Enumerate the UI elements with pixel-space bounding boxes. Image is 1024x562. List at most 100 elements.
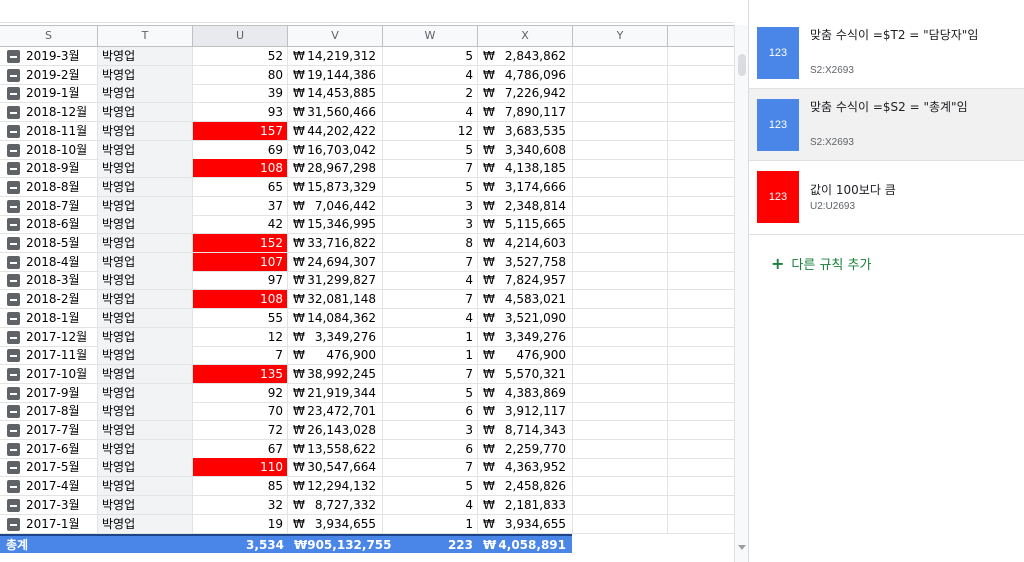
cell-count[interactable]: 152 bbox=[193, 234, 288, 252]
cell-deal-count[interactable]: 5 bbox=[383, 140, 478, 159]
format-rule[interactable]: 123 맞춤 수식이 =$T2 = "담당자"임 S2:X2693 bbox=[749, 17, 1024, 89]
cell-month[interactable]: 2017-3월 bbox=[0, 495, 98, 514]
cell-month[interactable]: 2017-12월 bbox=[0, 327, 98, 346]
collapse-group-icon[interactable] bbox=[7, 143, 20, 157]
cell-empty[interactable] bbox=[573, 252, 668, 271]
cell-average[interactable]: ₩476,900 bbox=[478, 346, 573, 365]
collapse-group-icon[interactable] bbox=[7, 349, 20, 363]
cell-amount[interactable]: ₩3,349,276 bbox=[288, 327, 383, 346]
cell-rep[interactable]: 박영업 bbox=[98, 439, 193, 458]
cell-month[interactable]: 2019-3월 bbox=[0, 47, 98, 65]
cell-empty[interactable] bbox=[573, 364, 668, 383]
cell-average[interactable]: ₩4,786,096 bbox=[478, 65, 573, 84]
cell-amount[interactable]: ₩23,472,701 bbox=[288, 402, 383, 421]
cell-deal-count[interactable]: 3 bbox=[383, 421, 478, 439]
cell-count[interactable]: 42 bbox=[193, 215, 288, 234]
vertical-scrollbar[interactable] bbox=[734, 25, 748, 562]
table-row[interactable]: 2017-12월 박영업 12 ₩3,349,276 1 ₩3,349,276 bbox=[0, 327, 734, 347]
cell-average[interactable]: ₩4,138,185 bbox=[478, 159, 573, 178]
collapse-group-icon[interactable] bbox=[7, 461, 20, 475]
collapse-group-icon[interactable] bbox=[7, 180, 20, 194]
collapse-group-icon[interactable] bbox=[7, 50, 20, 63]
cell-average[interactable]: ₩5,115,665 bbox=[478, 215, 573, 234]
cell-deal-count[interactable]: 5 bbox=[383, 477, 478, 496]
cell-empty[interactable] bbox=[573, 65, 668, 84]
collapse-group-icon[interactable] bbox=[7, 162, 20, 176]
table-row[interactable]: 2019-3월 박영업 52 ₩14,219,312 5 ₩2,843,862 bbox=[0, 47, 734, 66]
cell-amount[interactable]: ₩12,294,132 bbox=[288, 477, 383, 496]
cell-rep[interactable]: 박영업 bbox=[98, 65, 193, 84]
cell-count[interactable]: 37 bbox=[193, 196, 288, 215]
cell-month[interactable]: 2018-9월 bbox=[0, 159, 98, 178]
cell-average[interactable]: ₩2,259,770 bbox=[478, 439, 573, 458]
cell-month[interactable]: 2018-10월 bbox=[0, 140, 98, 159]
cell-count[interactable]: 97 bbox=[193, 271, 288, 290]
cell-empty[interactable] bbox=[573, 421, 668, 439]
table-row[interactable]: 2017-11월 박영업 7 ₩476,900 1 ₩476,900 bbox=[0, 346, 734, 366]
cell-deal-count[interactable]: 5 bbox=[383, 177, 478, 196]
column-header-t[interactable]: T bbox=[98, 26, 193, 46]
cell-month[interactable]: 2018-4월 bbox=[0, 252, 98, 271]
cell-empty[interactable] bbox=[573, 327, 668, 346]
table-row[interactable]: 2018-1월 박영업 55 ₩14,084,362 4 ₩3,521,090 bbox=[0, 308, 734, 328]
table-row[interactable]: 2018-11월 박영업 157 ₩44,202,422 12 ₩3,683,535 bbox=[0, 121, 734, 141]
cell-count[interactable]: 108 bbox=[193, 159, 288, 178]
cell-amount[interactable]: ₩15,346,995 bbox=[288, 215, 383, 234]
cell-average[interactable]: ₩8,714,343 bbox=[478, 421, 573, 439]
collapse-group-icon[interactable] bbox=[7, 424, 20, 437]
table-row[interactable]: 2017-9월 박영업 92 ₩21,919,344 5 ₩4,383,869 bbox=[0, 383, 734, 403]
collapse-group-icon[interactable] bbox=[7, 237, 20, 250]
cell-average[interactable]: ₩4,214,603 bbox=[478, 234, 573, 252]
cell-amount[interactable]: ₩8,727,332 bbox=[288, 495, 383, 514]
cell-rep[interactable]: 박영업 bbox=[98, 514, 193, 533]
cell-empty[interactable] bbox=[573, 439, 668, 458]
cell-average[interactable]: ₩3,521,090 bbox=[478, 308, 573, 327]
cell-month[interactable]: 2018-11월 bbox=[0, 121, 98, 140]
column-header-u[interactable]: U bbox=[193, 26, 288, 46]
cell-month[interactable]: 2017-6월 bbox=[0, 439, 98, 458]
cell-rep[interactable]: 박영업 bbox=[98, 252, 193, 271]
cell-deal-count[interactable]: 1 bbox=[383, 346, 478, 365]
cell-amount[interactable]: ₩32,081,148 bbox=[288, 290, 383, 309]
cell-deal-count[interactable]: 5 bbox=[383, 383, 478, 402]
cell-deal-count[interactable]: 4 bbox=[383, 65, 478, 84]
total-row[interactable]: 총계 3,534 ₩905,132,755 223 ₩ 4,058,891 bbox=[0, 534, 572, 553]
cell-deal-count[interactable]: 6 bbox=[383, 402, 478, 421]
cell-deal-count[interactable]: 3 bbox=[383, 215, 478, 234]
cell-rep[interactable]: 박영업 bbox=[98, 103, 193, 122]
cell-rep[interactable]: 박영업 bbox=[98, 327, 193, 346]
cell-deal-count[interactable]: 1 bbox=[383, 514, 478, 533]
cell-amount[interactable]: ₩21,919,344 bbox=[288, 383, 383, 402]
cell-deal-count[interactable]: 6 bbox=[383, 439, 478, 458]
collapse-group-icon[interactable] bbox=[7, 106, 20, 120]
cell-amount[interactable]: ₩31,299,827 bbox=[288, 271, 383, 290]
spreadsheet-grid[interactable]: S T U V W X Y 2019-3월 박영업 52 ₩14,219,312 5 ₩2… bbox=[0, 0, 748, 562]
cell-empty[interactable] bbox=[573, 140, 668, 159]
cell-rep[interactable]: 박영업 bbox=[98, 47, 193, 65]
table-row[interactable]: 2018-9월 박영업 108 ₩28,967,298 7 ₩4,138,185 bbox=[0, 159, 734, 179]
table-row[interactable]: 2018-7월 박영업 37 ₩7,046,442 3 ₩2,348,814 bbox=[0, 196, 734, 216]
collapse-group-icon[interactable] bbox=[7, 311, 20, 325]
cell-amount[interactable]: ₩14,219,312 bbox=[288, 47, 383, 65]
collapse-group-icon[interactable] bbox=[7, 498, 20, 512]
cell-month[interactable]: 2017-5월 bbox=[0, 458, 98, 477]
collapse-group-icon[interactable] bbox=[7, 442, 20, 456]
cell-empty[interactable] bbox=[573, 346, 668, 365]
cell-month[interactable]: 2018-2월 bbox=[0, 290, 98, 309]
collapse-group-icon[interactable] bbox=[7, 405, 20, 419]
cell-count[interactable]: 80 bbox=[193, 65, 288, 84]
cell-empty[interactable] bbox=[573, 103, 668, 122]
add-rule-button[interactable]: + 다른 규칙 추가 bbox=[771, 254, 871, 273]
cell-month[interactable]: 2017-7월 bbox=[0, 421, 98, 439]
cell-count[interactable]: 92 bbox=[193, 383, 288, 402]
cell-average[interactable]: ₩3,340,608 bbox=[478, 140, 573, 159]
cell-count[interactable]: 12 bbox=[193, 327, 288, 346]
cell-deal-count[interactable]: 4 bbox=[383, 495, 478, 514]
cell-empty[interactable] bbox=[573, 215, 668, 234]
cell-deal-count[interactable]: 1 bbox=[383, 327, 478, 346]
cell-rep[interactable]: 박영업 bbox=[98, 364, 193, 383]
cell-amount[interactable]: ₩13,558,622 bbox=[288, 439, 383, 458]
cell-empty[interactable] bbox=[573, 84, 668, 103]
collapse-group-icon[interactable] bbox=[7, 124, 20, 138]
cell-rep[interactable]: 박영업 bbox=[98, 121, 193, 140]
